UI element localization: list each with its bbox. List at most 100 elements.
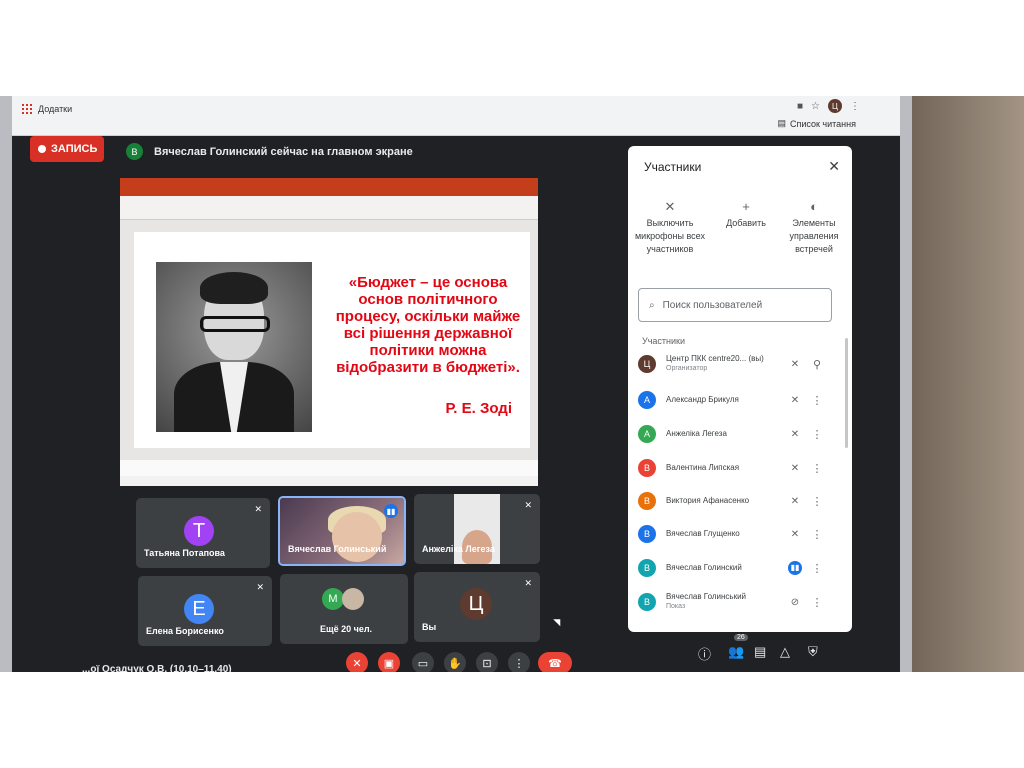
phone-hangup-icon: ☎ <box>548 657 562 670</box>
panel-title: Участники <box>644 160 702 174</box>
participant-row[interactable]: В Вячеслав Голинский ▮▮ ⋮ <box>638 556 838 580</box>
participant-row[interactable]: В Валентина Липская ✕ ⋮ <box>638 456 838 480</box>
mic-off-icon[interactable]: ✕ <box>784 529 806 540</box>
presenter-status: Вячеслав Голинский сейчас на главном экр… <box>154 146 413 158</box>
mute-all-button[interactable]: ✕ Выключить микрофоны всех участников <box>634 200 706 256</box>
camera-icon[interactable]: ■ <box>797 101 803 112</box>
mic-off-icon[interactable]: ✕ <box>784 496 806 507</box>
chat-icon: ▤ <box>754 644 767 659</box>
mute-all-label: Выключить микрофоны всех участников <box>634 218 705 254</box>
participant-avatar: В <box>638 525 656 543</box>
participant-row[interactable]: В Вячеслав Глущенко ✕ ⋮ <box>638 522 838 546</box>
participant-name: Анжеліка Легеза <box>422 544 495 554</box>
more-vert-icon[interactable]: ⋮ <box>806 562 828 575</box>
add-people-button[interactable]: + Добавить <box>710 200 782 230</box>
record-badge[interactable]: ЗАПИСЬ <box>30 136 104 162</box>
apps-icon[interactable] <box>22 104 32 114</box>
more-vert-icon[interactable]: ⋮ <box>806 394 828 407</box>
participant-avatar: М <box>322 588 344 610</box>
slide-quote-author: Р. Е. Зоді <box>445 400 512 417</box>
participant-row[interactable]: Ц Центр ПКК centre20... (вы) Организатор … <box>638 352 838 376</box>
mic-off-icon[interactable]: ✕ <box>784 395 806 406</box>
meeting-controls-button[interactable]: ◐ Элементы управления встречей <box>778 200 850 256</box>
more-vert-icon[interactable]: ⋮ <box>806 495 828 508</box>
participant-tile-active-speaker[interactable]: ▮▮ Вячеслав Голинський <box>278 496 406 566</box>
self-label: Вы <box>422 622 437 632</box>
participants-count-badge: 26 <box>734 634 748 641</box>
speaking-indicator-icon: ▮▮ <box>788 561 802 575</box>
browser-toolbar: Додатки ■ ☆ Ц ⋮ ▤ Список читання <box>12 96 900 136</box>
mic-off-icon: ✕ <box>524 500 532 510</box>
captions-button[interactable]: ▭ <box>412 652 434 672</box>
host-controls-button[interactable]: ⛨ <box>808 644 818 660</box>
participant-row[interactable]: А Александр Брикуля ✕ ⋮ <box>638 388 838 412</box>
chat-button[interactable]: ▤ <box>754 644 766 660</box>
people-icon: 👥 <box>728 644 745 659</box>
more-vert-icon[interactable]: ⋮ <box>806 528 828 541</box>
mic-off-icon: ✕ <box>256 582 264 592</box>
pin-icon[interactable]: ⚲ <box>806 358 828 371</box>
ppt-notes <box>120 460 538 476</box>
bookmark-apps-label[interactable]: Додатки <box>38 104 72 114</box>
raise-hand-button[interactable]: ✋ <box>444 652 466 672</box>
menu-dots-icon[interactable]: ⋮ <box>850 101 860 112</box>
info-icon: ⓘ <box>698 647 712 662</box>
self-tile[interactable]: Ц ✕ Вы <box>414 572 540 642</box>
more-vert-icon[interactable]: ⋮ <box>806 428 828 441</box>
participants-button[interactable]: 👥 <box>728 644 744 660</box>
activities-button[interactable]: △ <box>780 644 790 660</box>
ppt-ribbon-tabs <box>120 188 538 196</box>
participant-tile[interactable]: ✕ Анжеліка Легеза <box>414 494 540 564</box>
camera-toggle-button[interactable]: ▣ <box>378 652 400 672</box>
ppt-ribbon <box>120 196 538 220</box>
participant-tile[interactable]: Е ✕ Елена Борисенко <box>138 576 272 646</box>
participant-row[interactable]: В Виктория Афанасенко ✕ ⋮ <box>638 489 838 513</box>
mic-off-icon[interactable]: ✕ <box>784 463 806 474</box>
meeting-details[interactable]: ...ої Осадчук О.В. (10.10–11.40) <box>82 664 232 672</box>
reading-list-button[interactable]: ▤ Список читання <box>777 118 856 129</box>
participant-name: Вячеслав Глущенко <box>666 529 740 538</box>
mic-off-icon[interactable]: ✕ <box>784 429 806 440</box>
participants-panel: Участники ✕ ✕ Выключить микрофоны всех у… <box>628 146 852 632</box>
participant-name: Анжеліка Легеза <box>666 429 727 438</box>
bookmarks-bar[interactable]: Додатки <box>22 104 72 114</box>
panel-scrollbar[interactable] <box>845 338 848 448</box>
more-options-button[interactable]: ⋮ <box>508 652 530 672</box>
close-panel-button[interactable]: ✕ <box>828 158 840 175</box>
present-button[interactable]: ⊡ <box>476 652 498 672</box>
profile-avatar[interactable]: Ц <box>828 99 842 113</box>
participant-tile[interactable]: Т ✕ Татьяна Потапова <box>136 498 270 568</box>
meeting-controls-label: Элементы управления встречей <box>789 218 839 254</box>
participant-row[interactable]: А Анжеліка Легеза ✕ ⋮ <box>638 422 838 446</box>
participant-name: Центр ПКК centre20... (вы) <box>666 354 764 363</box>
participant-row[interactable]: В Вячеслав Голинський Показ ⊘ ⋮ <box>638 590 838 614</box>
more-participants-label: Ещё 20 чел. <box>320 624 373 634</box>
meet-window: Додатки ■ ☆ Ц ⋮ ▤ Список читання ЗАПИСЬ … <box>12 96 900 672</box>
mic-off-icon[interactable]: ✕ <box>784 359 806 370</box>
mic-off-icon: ✕ <box>254 504 262 514</box>
shapes-icon: △ <box>780 644 790 659</box>
more-participants-tile[interactable]: М Ещё 20 чел. <box>280 574 408 644</box>
captions-icon: ▭ <box>417 657 429 670</box>
search-input[interactable]: Поиск пользователей <box>663 300 763 311</box>
leave-call-button[interactable]: ☎ <box>538 652 572 672</box>
more-vert-icon[interactable]: ⋮ <box>806 462 828 475</box>
meeting-info-button[interactable]: ⓘ <box>698 644 711 663</box>
slide-quote: «Бюджет – це основа основ політичного пр… <box>335 274 521 376</box>
more-vert-icon: ⋮ <box>513 657 525 670</box>
participant-search[interactable]: ⌕ Поиск пользователей <box>638 288 832 322</box>
participant-role: Организатор <box>666 365 708 372</box>
participant-photo-avatar <box>342 588 364 610</box>
bookmark-star-icon[interactable]: ☆ <box>811 101 820 112</box>
self-avatar: Ц <box>460 588 492 620</box>
participant-avatar: А <box>638 425 656 443</box>
participant-avatar: А <box>638 391 656 409</box>
participant-name: Вячеслав Голинський <box>666 592 747 601</box>
toggle-icon: ◐ <box>810 199 818 214</box>
person-add-icon: + <box>742 199 750 214</box>
more-vert-icon[interactable]: ⋮ <box>806 596 828 609</box>
present-off-icon[interactable]: ⊘ <box>784 597 806 608</box>
microphone-toggle-button[interactable]: ✕ <box>346 652 368 672</box>
participant-role: Показ <box>666 603 686 610</box>
add-people-label: Добавить <box>726 218 766 228</box>
